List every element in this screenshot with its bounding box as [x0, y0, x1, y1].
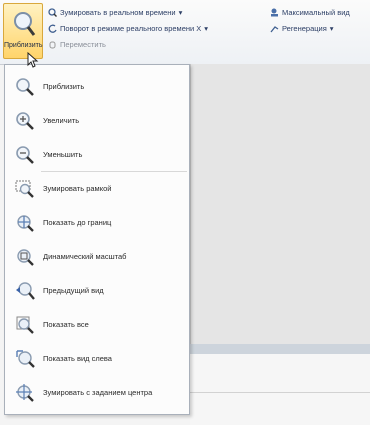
chevron-down-icon: ▾ [329, 24, 334, 33]
zoom-button-label: Приблизить [4, 42, 43, 49]
magnifier-icon [16, 78, 34, 96]
zoom-in-icon [16, 112, 34, 130]
rotate-realtime-label: Поворот в режиме реального времени X [60, 24, 202, 33]
zoom-split-button[interactable]: Приблизить [3, 3, 43, 59]
viewport-area[interactable] [190, 64, 370, 344]
zoom-extents-icon [17, 215, 34, 232]
regeneration-button[interactable]: Регенерация ▾ [270, 24, 334, 33]
menu-item-label: Уменьшить [43, 150, 83, 159]
zoom-all-icon [16, 316, 34, 334]
menu-item-zoom-out[interactable]: Уменьшить [5, 137, 189, 171]
zoom-dropdown-menu: Приблизить Увеличить Уменьшить Зумироват… [4, 64, 190, 415]
magnifier-icon [14, 12, 36, 36]
regeneration-icon [270, 26, 279, 33]
move-label: Переместить [60, 40, 106, 49]
zoom-out-icon [16, 146, 34, 164]
zoom-realtime-button[interactable]: Зумировать в реальном времени ▾ [48, 8, 182, 17]
menu-item-zoom-in[interactable]: Увеличить [5, 103, 189, 137]
previous-view-icon [16, 282, 35, 300]
zoom-left-icon [16, 350, 35, 368]
max-view-label: Максимальный вид [282, 8, 350, 17]
menu-item-previous-view[interactable]: Предыдущий вид [5, 273, 189, 307]
ribbon-panel: Приблизить Зумировать в реальном времени… [0, 0, 370, 65]
rotate-icon [48, 24, 57, 33]
max-view-button[interactable]: Максимальный вид [270, 8, 350, 17]
max-view-icon [271, 8, 278, 17]
menu-item-label: Зумировать с заданием центра [43, 388, 153, 397]
menu-item-zoom-extents[interactable]: Показать до границ [5, 205, 189, 239]
bottom-panel [190, 344, 370, 425]
menu-item-label: Показать до границ [43, 218, 112, 227]
divider [190, 392, 370, 393]
rotate-realtime-button[interactable]: Поворот в режиме реального времени X ▾ [48, 24, 208, 33]
menu-item-dynamic-zoom[interactable]: Динамический масштаб [5, 239, 189, 273]
menu-item-label: Предыдущий вид [43, 286, 104, 295]
menu-item-label: Приблизить [43, 82, 85, 91]
hand-icon [49, 41, 56, 49]
menu-item-label: Показать все [43, 320, 89, 329]
chevron-down-icon: ▾ [178, 8, 183, 17]
zoom-realtime-icon [48, 8, 57, 17]
move-button[interactable]: Переместить [48, 40, 106, 49]
dynamic-zoom-icon [17, 249, 34, 266]
menu-item-label: Динамический масштаб [43, 252, 127, 261]
chevron-down-icon: ▾ [204, 24, 209, 33]
regeneration-label: Регенерация [282, 24, 327, 33]
menu-item-zoom-all[interactable]: Показать все [5, 307, 189, 341]
menu-item-label: Зумировать рамкой [43, 184, 112, 193]
mouse-cursor-icon [27, 52, 39, 68]
zoom-center-icon [16, 384, 34, 402]
zoom-realtime-label: Зумировать в реальном времени [60, 8, 176, 17]
zoom-window-icon [15, 180, 34, 198]
menu-item-zoom[interactable]: Приблизить [5, 69, 189, 103]
menu-item-zoom-window[interactable]: Зумировать рамкой [5, 171, 189, 205]
menu-item-zoom-left[interactable]: Показать вид слева [5, 341, 189, 375]
menu-item-label: Показать вид слева [43, 354, 112, 363]
menu-item-zoom-center[interactable]: Зумировать с заданием центра [5, 375, 189, 409]
menu-item-label: Увеличить [43, 116, 80, 125]
